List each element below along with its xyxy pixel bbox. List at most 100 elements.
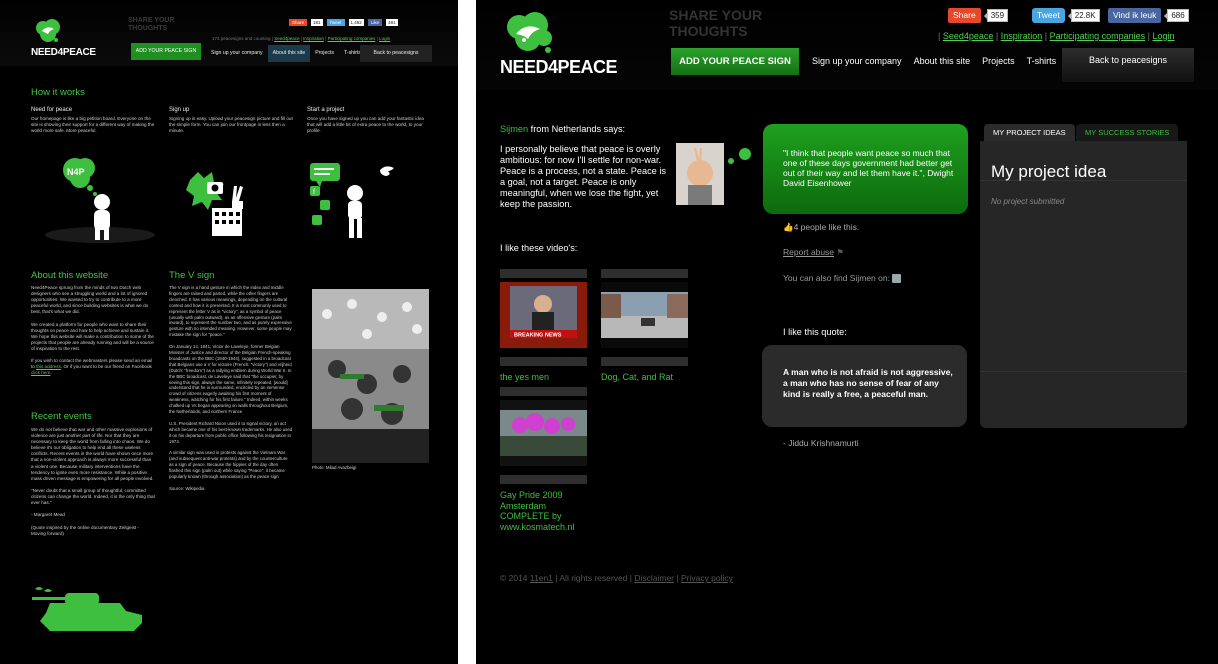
toplink-login[interactable]: Login (1153, 31, 1175, 41)
report-abuse-link[interactable]: Report abuse (783, 247, 834, 257)
video-top-bar (500, 387, 587, 396)
vsign-text: The V sign is a hand gesture in which th… (169, 285, 293, 492)
recent-source: (Quote inspired by the online documentar… (31, 524, 140, 536)
left-share-bar: Share 181 Tweet 1,462 Like 481 (289, 19, 398, 26)
footer-privacy-link[interactable]: Privacy policy (681, 573, 733, 583)
footer-disclaimer-link[interactable]: Disclaimer (634, 573, 674, 583)
about-p1: Need4Peace sprung from the minds of two … (31, 285, 149, 315)
video-bottom-bar (601, 357, 688, 366)
tweet-button[interactable]: Tweet (326, 19, 345, 26)
logo-text[interactable]: NEED4PEACE (31, 47, 96, 58)
back-to-peacesigns-button[interactable]: Back to peacesigns (1062, 48, 1194, 82)
author-line: Sijmen from Netherlands says: (500, 124, 625, 135)
breaking-news-badge: BREAKING NEWS (514, 333, 562, 339)
col2-title: Sign up (169, 107, 190, 113)
like-group: Vind ik leuk 686 (1108, 8, 1189, 23)
tweet-button[interactable]: Tweet (1032, 8, 1065, 23)
video-item[interactable]: Dog, Cat, and Rat (601, 269, 688, 383)
back-to-peacesigns-button[interactable]: Back to peacesigns (360, 45, 432, 62)
video-title[interactable]: Gay Pride 2009 Amsterdam COMPLETE by www… (500, 490, 595, 532)
report-row: Report abuse ⚑ (783, 247, 844, 258)
right-toplinks: | Seed4peace | Inspiration | Participati… (938, 31, 1175, 41)
protest-photo (312, 289, 429, 463)
author-from: from Netherlands says: (528, 124, 626, 134)
green-quote-text: "I think that people want peace so much … (783, 148, 954, 188)
video-item[interactable]: Gay Pride 2009 Amsterdam COMPLETE by www… (500, 387, 587, 532)
author-statement: I personally believe that peace is overl… (500, 144, 666, 209)
logo-text[interactable]: NEED4PEACE (500, 57, 618, 78)
toplink-participating[interactable]: Participating companies (328, 36, 376, 41)
video-title[interactable]: the yes men (500, 372, 587, 383)
recent-p1: We do not believe that war and other mas… (31, 427, 154, 481)
col1-title: Need for peace (31, 107, 73, 113)
vsign-p4: A similar sign was used in protests agai… (169, 450, 288, 479)
videos-title: I like these video's: (500, 243, 578, 253)
like-button[interactable]: Like (367, 19, 383, 26)
video-item[interactable]: BREAKING NEWS the yes men (500, 269, 587, 383)
nav-about-site[interactable]: About this site (908, 56, 977, 66)
green-quote-bubble: "I think that people want peace so much … (763, 124, 968, 214)
nav-sign-up-company[interactable]: Sign up your company (806, 56, 908, 66)
toplink-inspiration[interactable]: Inspiration (1001, 31, 1043, 41)
add-peace-sign-button[interactable]: ADD YOUR PEACE SIGN (131, 43, 201, 60)
quote-box: A man who is not afraid is not aggressiv… (762, 345, 967, 427)
thumbs-up-icon[interactable]: 👍 (783, 222, 794, 232)
share-button[interactable]: Share (289, 19, 308, 26)
col2-text: Signing up is easy. Upload your peacesig… (169, 116, 293, 134)
likes-count-text: 4 people like this. (793, 222, 860, 232)
thinking-person-illustration: N4P (45, 158, 155, 243)
col3-title: Start a project (307, 107, 345, 113)
author-name[interactable]: Sijmen (500, 124, 528, 134)
project-empty-text: No project submitted (991, 197, 1065, 206)
project-social-illustration: f (310, 163, 394, 238)
video-thumbnail[interactable] (601, 282, 688, 348)
col3-text: Once you have signed up you can add your… (307, 116, 424, 134)
nav-about-site[interactable]: About this site (267, 45, 311, 62)
quote-text: A man who is not afraid is not aggressiv… (783, 367, 953, 399)
video-top-bar (601, 269, 688, 278)
video-thumbnail[interactable]: BREAKING NEWS (500, 282, 587, 348)
quote-author: - Jiddu Krishnamurti (783, 438, 859, 448)
footer-copyright: © 2014 (500, 573, 530, 583)
toplink-inspiration[interactable]: Inspiration (303, 36, 324, 41)
nav-projects[interactable]: Projects (310, 45, 339, 62)
twitter-icon[interactable] (892, 274, 902, 284)
tab-my-success-stories[interactable]: MY SUCCESS STORIES (1076, 124, 1179, 141)
video-title[interactable]: Dog, Cat, and Rat (601, 372, 688, 383)
like-count: 686 (1164, 9, 1189, 22)
share-count: 359 (983, 9, 1009, 22)
likes-row: 👍4 people like this. (783, 222, 859, 233)
email-link[interactable]: this address (36, 364, 61, 369)
bubble-dot-small (728, 158, 734, 164)
author-avatar[interactable] (676, 143, 724, 205)
vsign-p1: The V sign is a hand gesture in which th… (169, 285, 292, 338)
toplink-participating[interactable]: Participating companies (1050, 31, 1146, 41)
recent-quote: "Never doubt that a small group of thoug… (31, 487, 155, 506)
facebook-link[interactable]: click here (31, 370, 50, 375)
vind-ik-leuk-button[interactable]: Vind ik leuk (1108, 8, 1162, 23)
find-on-text: You can also find Sijmen on: (783, 273, 890, 283)
recent-events-title: Recent events (31, 411, 92, 422)
nav-projects[interactable]: Projects (976, 56, 1021, 66)
share-thoughts-line1: SHARE YOUR (669, 7, 763, 23)
vsign-p2: On January 14, 1941, Victor de Laveleye,… (169, 344, 292, 415)
quote-title: I like this quote: (783, 327, 847, 337)
how-it-works-title: How it works (31, 87, 85, 98)
about-p3: If you wish to contact the webmasters pl… (31, 358, 155, 376)
flag-icon: ⚑ (836, 247, 845, 257)
share-button[interactable]: Share (948, 8, 981, 23)
toplink-login[interactable]: Login (379, 36, 390, 41)
toplink-seed4peace[interactable]: Seed4peace (274, 36, 299, 41)
share-thoughts-label: SHARE YOUR THOUGHTS (128, 17, 175, 32)
nav-tshirts[interactable]: T-shirts (1021, 56, 1063, 66)
col1-text: Our homepage is like a big petition boar… (31, 116, 155, 134)
add-peace-sign-button[interactable]: ADD YOUR PEACE SIGN (671, 48, 799, 75)
toplink-seed4peace[interactable]: Seed4peace (943, 31, 994, 41)
about-text: Need4Peace sprung from the minds of two … (31, 285, 155, 376)
tab-my-project-ideas[interactable]: MY PROJECT IDEAS (984, 124, 1075, 141)
logo-cloud-icon (507, 12, 552, 53)
footer-company-link[interactable]: 11en1 (530, 573, 553, 583)
nav-sign-up-company[interactable]: Sign up your company (206, 45, 268, 62)
bubble-dot-large (739, 148, 751, 160)
video-thumbnail[interactable] (500, 400, 587, 466)
